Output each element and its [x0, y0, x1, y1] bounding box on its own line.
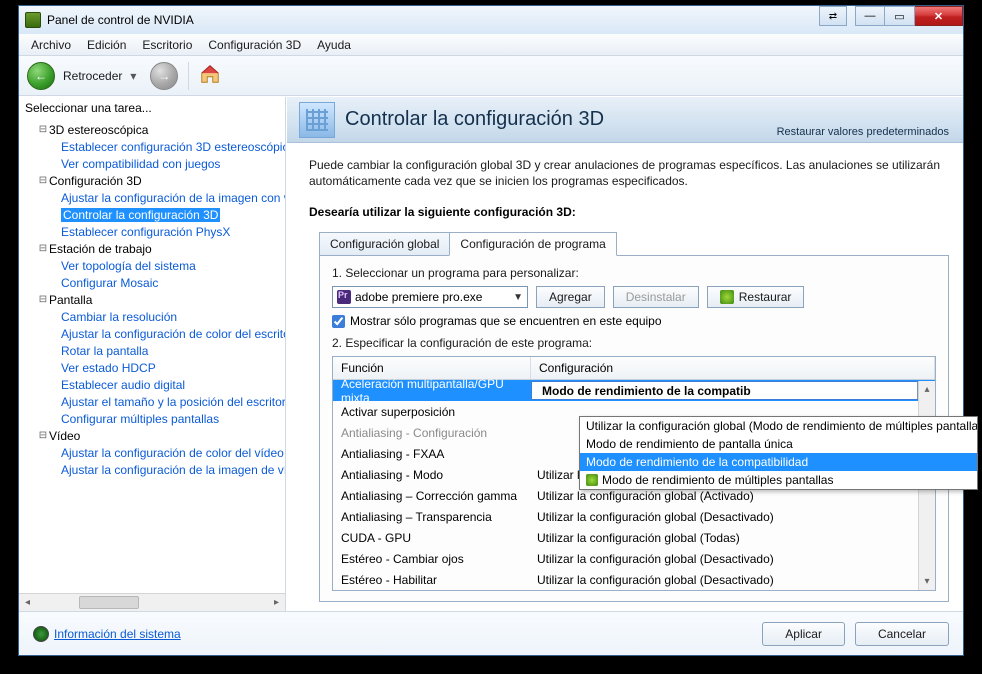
dropdown-option[interactable]: Utilizar la configuración global (Modo d… — [580, 417, 977, 435]
table-row[interactable]: CUDA - GPUUtilizar la configuración glob… — [333, 527, 935, 548]
uninstall-button: Desinstalar — [613, 286, 699, 308]
forward-button[interactable]: → — [150, 62, 178, 90]
scroll-down-icon[interactable]: ▾ — [919, 573, 935, 590]
tree-item[interactable]: Configurar múltiples pantallas — [23, 410, 285, 427]
collapse-icon[interactable]: ⊟ — [37, 243, 49, 254]
tree-item[interactable]: Controlar la configuración 3D — [23, 206, 285, 223]
nvidia-logo-icon — [586, 474, 598, 486]
tree-category[interactable]: ⊟Vídeo — [23, 427, 285, 444]
tree-item[interactable]: Establecer configuración PhysX — [23, 223, 285, 240]
table-row[interactable]: Estéreo - HabilitarUtilizar la configura… — [333, 569, 935, 590]
tabbar: Configuración global Configuración de pr… — [319, 231, 963, 255]
task-sidebar: Seleccionar una tarea... ⊟3D estereoscóp… — [19, 97, 286, 611]
tree-item[interactable]: Ajustar la configuración de color del es… — [23, 325, 285, 342]
section-label: Desearía utilizar la siguiente configura… — [287, 199, 963, 223]
step2-label: 2. Especificar la configuración de este … — [332, 336, 936, 350]
restore-defaults-link[interactable]: Restaurar valores predeterminados — [777, 126, 949, 138]
tree-item[interactable]: Ajustar la configuración de la imagen co… — [23, 189, 285, 206]
tree-item[interactable]: Rotar la pantalla — [23, 342, 285, 359]
toolbar: ← Retroceder ▾ → — [19, 56, 963, 96]
menubar: Archivo Edición Escritorio Configuración… — [19, 34, 963, 56]
config-dropdown-popup[interactable]: Utilizar la configuración global (Modo d… — [579, 416, 978, 490]
only-installed-input[interactable] — [332, 315, 345, 328]
close-button[interactable]: ✕ — [915, 6, 963, 26]
tree-item[interactable]: Ver compatibilidad con juegos — [23, 155, 285, 172]
tab-global[interactable]: Configuración global — [319, 232, 449, 256]
nvidia-app-icon — [25, 12, 41, 28]
footer: Información del sistema Aplicar Cancelar — [19, 611, 963, 655]
menu-archivo[interactable]: Archivo — [23, 35, 79, 55]
scroll-up-icon[interactable]: ▴ — [919, 381, 935, 398]
collapse-icon[interactable]: ⊟ — [37, 124, 49, 135]
table-row[interactable]: Estéreo - Cambiar ojosUtilizar la config… — [333, 548, 935, 569]
page-header: Controlar la configuración 3D Restaurar … — [287, 97, 963, 143]
tree-item[interactable]: Ver estado HDCP — [23, 359, 285, 376]
nvidia-logo-icon — [720, 290, 734, 304]
table-row[interactable]: Antialiasing – TransparenciaUtilizar la … — [333, 506, 935, 527]
add-button[interactable]: Agregar — [536, 286, 605, 308]
tab-program[interactable]: Configuración de programa — [449, 232, 616, 256]
maximize-button[interactable]: ▭ — [885, 6, 915, 26]
main-panel: Controlar la configuración 3D Restaurar … — [286, 97, 963, 611]
menu-ayuda[interactable]: Ayuda — [309, 35, 359, 55]
body: Seleccionar una tarea... ⊟3D estereoscóp… — [19, 96, 963, 611]
system-info-link[interactable]: Información del sistema — [33, 626, 181, 642]
back-label: Retroceder — [63, 69, 122, 83]
premiere-icon — [337, 290, 351, 304]
dropdown-option[interactable]: Modo de rendimiento de pantalla única — [580, 435, 977, 453]
tree-category[interactable]: ⊟Configuración 3D — [23, 172, 285, 189]
collapse-icon[interactable]: ⊟ — [37, 294, 49, 305]
step1-label: 1. Seleccionar un programa para personal… — [332, 266, 936, 280]
menu-escritorio[interactable]: Escritorio — [134, 35, 200, 55]
tree-category[interactable]: ⊟3D estereoscópica — [23, 121, 285, 138]
menu-edicion[interactable]: Edición — [79, 35, 134, 55]
scroll-right-icon[interactable]: ▸ — [268, 594, 285, 611]
table-row[interactable]: Aceleración multipantalla/GPU mixtaModo … — [333, 380, 935, 401]
menu-configuracion-3d[interactable]: Configuración 3D — [200, 35, 309, 55]
header-3d-icon — [299, 102, 335, 138]
dropdown-option[interactable]: Modo de rendimiento de múltiples pantall… — [580, 471, 977, 489]
sidebar-header: Seleccionar una tarea... — [19, 97, 285, 119]
horizontal-scrollbar[interactable]: ◂ ▸ — [19, 593, 285, 611]
tree-item[interactable]: Configurar Mosaic — [23, 274, 285, 291]
col-config[interactable]: Configuración — [531, 357, 935, 379]
program-select-value: adobe premiere pro.exe — [355, 290, 482, 304]
info-icon — [33, 626, 49, 642]
tree-item[interactable]: Ver topología del sistema — [23, 257, 285, 274]
chevron-down-icon: ▼ — [513, 292, 523, 303]
scroll-thumb[interactable] — [79, 596, 139, 609]
window-title: Panel de control de NVIDIA — [47, 13, 194, 27]
config-dropdown[interactable]: Modo de rendimiento de la compatib▼ — [531, 381, 935, 400]
program-select[interactable]: adobe premiere pro.exe ▼ — [332, 286, 528, 308]
tree-item[interactable]: Establecer configuración 3D estereoscópi… — [23, 138, 285, 155]
tree-item[interactable]: Ajustar la configuración de la imagen de… — [23, 461, 285, 478]
minimize-button[interactable]: — — [855, 6, 885, 26]
titlebar[interactable]: Panel de control de NVIDIA ⇄ — ▭ ✕ — [19, 6, 963, 34]
tree-item[interactable]: Establecer audio digital — [23, 376, 285, 393]
page-description: Puede cambiar la configuración global 3D… — [287, 143, 963, 199]
only-installed-label: Mostrar sólo programas que se encuentren… — [350, 314, 662, 328]
restore-button[interactable]: Restaurar — [707, 286, 805, 308]
apply-button[interactable]: Aplicar — [762, 622, 845, 646]
only-installed-checkbox[interactable]: Mostrar sólo programas que se encuentren… — [332, 314, 936, 328]
tree-category[interactable]: ⊟Estación de trabajo — [23, 240, 285, 257]
tree-item[interactable]: Cambiar la resolución — [23, 308, 285, 325]
back-button[interactable]: ← — [27, 62, 55, 90]
cancel-button[interactable]: Cancelar — [855, 622, 949, 646]
tree-item[interactable]: Ajustar la configuración de color del ví… — [23, 444, 285, 461]
page-title: Controlar la configuración 3D — [345, 108, 604, 131]
tree-item[interactable]: Ajustar el tamaño y la posición del escr… — [23, 393, 285, 410]
task-tree[interactable]: ⊟3D estereoscópicaEstablecer configuraci… — [19, 119, 285, 593]
collapse-icon[interactable]: ⊟ — [37, 175, 49, 186]
nvidia-control-panel-window: Panel de control de NVIDIA ⇄ — ▭ ✕ Archi… — [18, 5, 964, 656]
separator — [188, 62, 189, 90]
swap-button[interactable]: ⇄ — [819, 6, 847, 26]
tree-category[interactable]: ⊟Pantalla — [23, 291, 285, 308]
dropdown-option[interactable]: Modo de rendimiento de la compatibilidad — [580, 453, 977, 471]
collapse-icon[interactable]: ⊟ — [37, 430, 49, 441]
back-history-dropdown[interactable]: ▾ — [130, 69, 144, 83]
scroll-left-icon[interactable]: ◂ — [19, 594, 36, 611]
home-icon[interactable] — [199, 63, 221, 88]
